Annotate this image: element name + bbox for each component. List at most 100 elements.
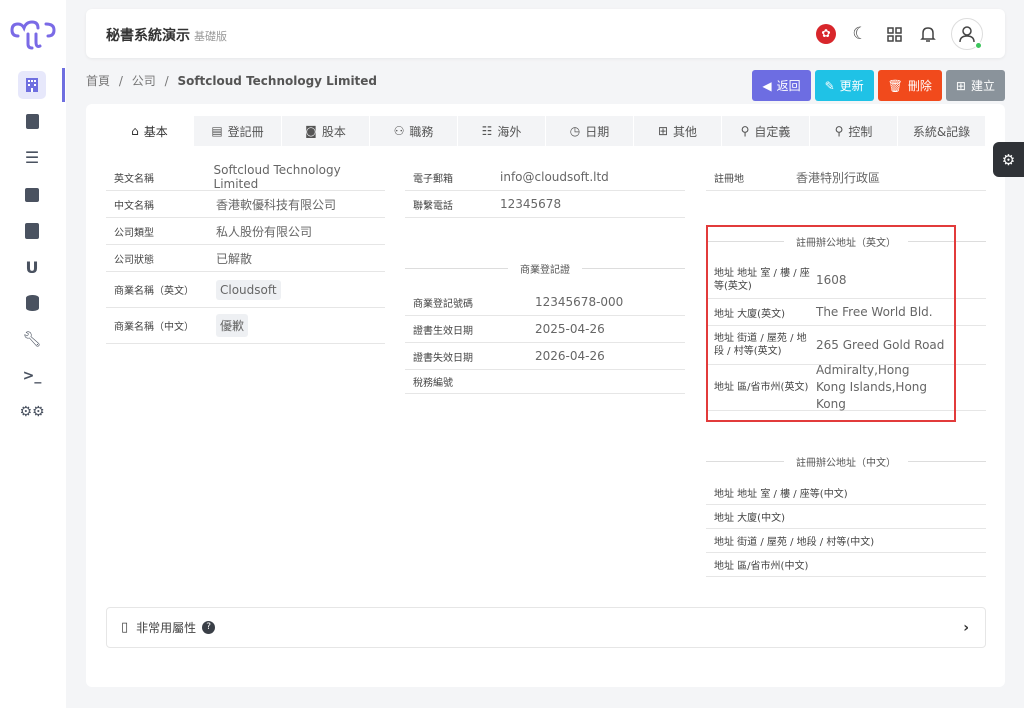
wrench-icon: 🔧︎ bbox=[22, 330, 42, 348]
breadcrumb-home[interactable]: 首頁 bbox=[86, 74, 110, 88]
tab-label: 日期 bbox=[585, 124, 610, 139]
app-logo[interactable] bbox=[10, 20, 56, 53]
notification-bell-icon[interactable] bbox=[917, 23, 939, 45]
database-icon bbox=[25, 295, 39, 311]
create-label: 建立 bbox=[970, 79, 995, 93]
settings-gear-icon[interactable]: ⚙ bbox=[993, 142, 1024, 177]
tab-others[interactable]: ⊞ 其他 bbox=[634, 116, 722, 146]
delete-label: 刪除 bbox=[907, 79, 932, 93]
sidebar-item-magnet[interactable]: U bbox=[18, 253, 46, 281]
terminal-icon: >_ bbox=[22, 368, 42, 384]
tab-label: 其他 bbox=[673, 124, 698, 139]
create-button[interactable]: ⊞ 建立 bbox=[945, 70, 1005, 101]
breadcrumb-section[interactable]: 公司 bbox=[132, 74, 156, 88]
back-label: 返回 bbox=[776, 79, 801, 93]
field-row: 商業登記號碼 12345678-000 bbox=[405, 289, 685, 316]
field-label: 地址 街道 / 屋苑 / 地段 / 村等(中文) bbox=[714, 537, 875, 548]
tab-share-capital[interactable]: ◙ 股本 bbox=[282, 116, 370, 146]
tab-system-log[interactable]: 系統&記錄 bbox=[898, 116, 986, 146]
field-label: 地址 地址 室 / 樓 / 座等(中文) bbox=[714, 489, 848, 500]
trash-icon: 🗑︎ bbox=[887, 78, 903, 93]
tab-label: 海外 bbox=[497, 124, 522, 139]
tab-label: 登記冊 bbox=[227, 124, 264, 139]
sidebar-item-book[interactable] bbox=[18, 217, 46, 245]
tab-custom[interactable]: ⚲ 自定義 bbox=[722, 116, 810, 146]
field-label: 證書生效日期 bbox=[413, 325, 473, 337]
breadcrumb-current: Softcloud Technology Limited bbox=[177, 74, 378, 88]
field-row: 證書生效日期 2025-04-26 bbox=[405, 316, 685, 343]
tab-control[interactable]: ⚲ 控制 bbox=[810, 116, 898, 146]
tab-basic[interactable]: ⌂ 基本 bbox=[106, 116, 194, 146]
sidebar-item-list[interactable]: ☰ bbox=[18, 143, 46, 171]
sidebar: ☰ U 🔧︎ >_ ⚙⚙ bbox=[0, 0, 66, 708]
field-label: 商業名稱（中文） bbox=[114, 322, 194, 333]
field-value: 私人股份有限公司 bbox=[216, 224, 313, 239]
office-address-zh: 地址 地址 室 / 樓 / 座等(中文) 地址 大廈(中文) 地址 街道 / 屋… bbox=[706, 481, 986, 577]
field-value: 香港特別行政區 bbox=[796, 170, 881, 185]
help-icon[interactable]: ? bbox=[202, 621, 216, 634]
field-label: 註冊地 bbox=[714, 173, 744, 185]
sidebar-item-tools[interactable]: 🔧︎ bbox=[18, 325, 46, 353]
update-button[interactable]: ✎ 更新 bbox=[814, 70, 874, 101]
field-label: 稅務編號 bbox=[413, 378, 453, 389]
field-row: 地址 大廈(中文) bbox=[706, 505, 986, 529]
grid-icon: ⊞ bbox=[657, 124, 669, 138]
contact-icon bbox=[25, 113, 39, 129]
book-icon bbox=[25, 223, 39, 239]
chevron-right-icon[interactable]: › bbox=[963, 620, 969, 636]
sidebar-item-contacts[interactable] bbox=[18, 107, 46, 135]
office-zh-header: 註冊辦公地址（中文） bbox=[706, 454, 986, 469]
tab-bar: ⌂ 基本 ▤ 登記冊 ◙ 股本 ⚇ 職務 ☷ 海外 ◷ 日期 ⊞ 其他 ⚲ 自定義 ⚲ 控制 系統… bbox=[106, 116, 986, 146]
business-registration: 商業登記號碼 12345678-000 證書生效日期 2025-04-26 證書失效… bbox=[405, 289, 685, 394]
sidebar-item-settings[interactable]: ⚙⚙ bbox=[18, 398, 46, 426]
field-label: 中文名稱 bbox=[114, 200, 154, 212]
sidebar-item-company[interactable] bbox=[18, 71, 46, 99]
field-value: 12345678-000 bbox=[535, 295, 624, 309]
back-button[interactable]: ◀︎ 返回 bbox=[752, 70, 811, 101]
field-label: 公司類型 bbox=[114, 227, 154, 239]
field-row: 中文名稱 香港軟優科技有限公司 bbox=[106, 191, 385, 218]
field-value: 已解散 bbox=[216, 251, 253, 266]
field-row: 地址 區/省市州(中文) bbox=[706, 553, 986, 577]
section-title: 註冊辦公地址（中文） bbox=[796, 458, 896, 469]
field-row: 公司狀態 已解散 bbox=[106, 245, 385, 272]
tab-dates[interactable]: ◷ 日期 bbox=[546, 116, 634, 146]
tab-register[interactable]: ▤ 登記冊 bbox=[194, 116, 282, 146]
field-row: 英文名稱 Softcloud Technology Limited bbox=[106, 163, 385, 191]
field-row: 地址 街道 / 屋苑 / 地段 / 村等(中文) bbox=[706, 529, 986, 553]
top-bar: 秘書系統演示 基礎版 ✿ ☾ bbox=[86, 9, 1005, 58]
magnet-icon: U bbox=[25, 257, 39, 277]
calendar-icon bbox=[25, 188, 39, 202]
tab-positions[interactable]: ⚇ 職務 bbox=[370, 116, 458, 146]
tab-label: 自定義 bbox=[754, 124, 791, 139]
app-title: 秘書系統演示 基礎版 bbox=[106, 25, 227, 45]
edit-icon: ✎ bbox=[824, 78, 835, 93]
registration-place: 註冊地 香港特別行政區 bbox=[706, 164, 986, 191]
rare-attributes-label: 非常用屬性 bbox=[136, 621, 197, 635]
business-name-tag: 優歉 bbox=[216, 314, 249, 337]
tab-label: 控制 bbox=[848, 124, 873, 139]
tab-label: 股本 bbox=[321, 124, 346, 139]
rare-attributes-panel[interactable]: ▯ 非常用屬性 ? › bbox=[106, 607, 986, 648]
document-icon: ▤ bbox=[211, 124, 223, 138]
field-value: info@cloudsoft.ltd bbox=[500, 170, 609, 184]
br-section-header: 商業登記證 bbox=[405, 261, 685, 276]
tab-label: 職務 bbox=[409, 124, 434, 139]
language-flag-icon[interactable]: ✿ bbox=[815, 23, 837, 45]
back-icon: ◀︎ bbox=[762, 78, 772, 93]
field-label: 地址 大廈(中文) bbox=[714, 513, 785, 524]
delete-button[interactable]: 🗑︎ 刪除 bbox=[877, 70, 942, 101]
money-icon: ◙ bbox=[305, 124, 317, 138]
dark-mode-icon[interactable]: ☾ bbox=[849, 23, 871, 45]
tab-overseas[interactable]: ☷ 海外 bbox=[458, 116, 546, 146]
field-label: 公司狀態 bbox=[114, 254, 154, 266]
book-open-icon: ▯ bbox=[121, 620, 129, 635]
field-label: 商業名稱（英文） bbox=[114, 286, 194, 297]
user-avatar[interactable] bbox=[951, 18, 983, 50]
sidebar-item-terminal[interactable]: >_ bbox=[18, 362, 46, 390]
apps-grid-icon[interactable] bbox=[883, 23, 905, 45]
sidebar-item-calendar[interactable] bbox=[18, 181, 46, 209]
breadcrumb-separator: / bbox=[118, 74, 123, 88]
sidebar-item-database[interactable] bbox=[18, 289, 46, 317]
gears-icon: ⚙⚙ bbox=[19, 404, 45, 420]
